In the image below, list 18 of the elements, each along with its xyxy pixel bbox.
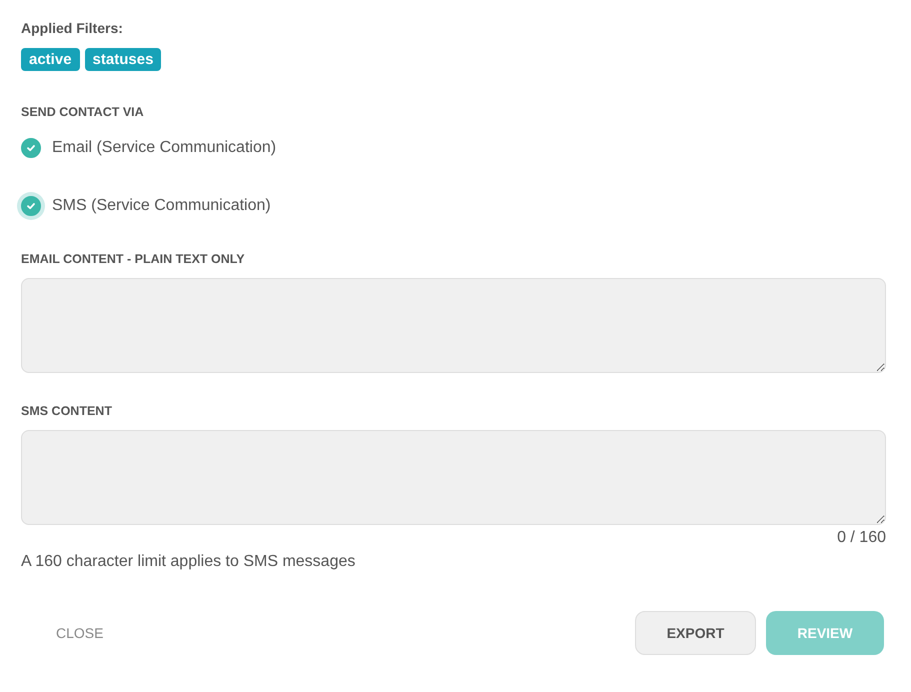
hint-text: A 160 character limit applies to SMS messages xyxy=(21,553,356,571)
section-label: EMAIL CONTENT - PLAIN TEXT ONLY xyxy=(21,252,246,266)
checkbox[interactable] xyxy=(21,196,41,216)
section-label: SEND CONTACT VIA xyxy=(21,105,145,119)
checkbox[interactable] xyxy=(21,138,41,158)
close-button[interactable]: CLOSE xyxy=(21,611,138,655)
character-counter: 0 / 160 xyxy=(837,529,886,547)
sms-content-field[interactable] xyxy=(21,430,886,525)
checkbox-label[interactable]: SMS (Service Communication) xyxy=(52,197,271,215)
filter-chip: active xyxy=(21,48,80,71)
email-content-field[interactable] xyxy=(21,278,886,373)
check-icon xyxy=(26,143,36,153)
section-label: SMS CONTENT xyxy=(21,404,113,418)
filters-label: Applied Filters: xyxy=(21,20,124,36)
checkbox-label[interactable]: Email (Service Communication) xyxy=(52,139,276,157)
check-icon xyxy=(26,201,36,211)
filter-chip: statuses xyxy=(84,48,162,71)
export-button[interactable]: EXPORT xyxy=(635,611,756,655)
